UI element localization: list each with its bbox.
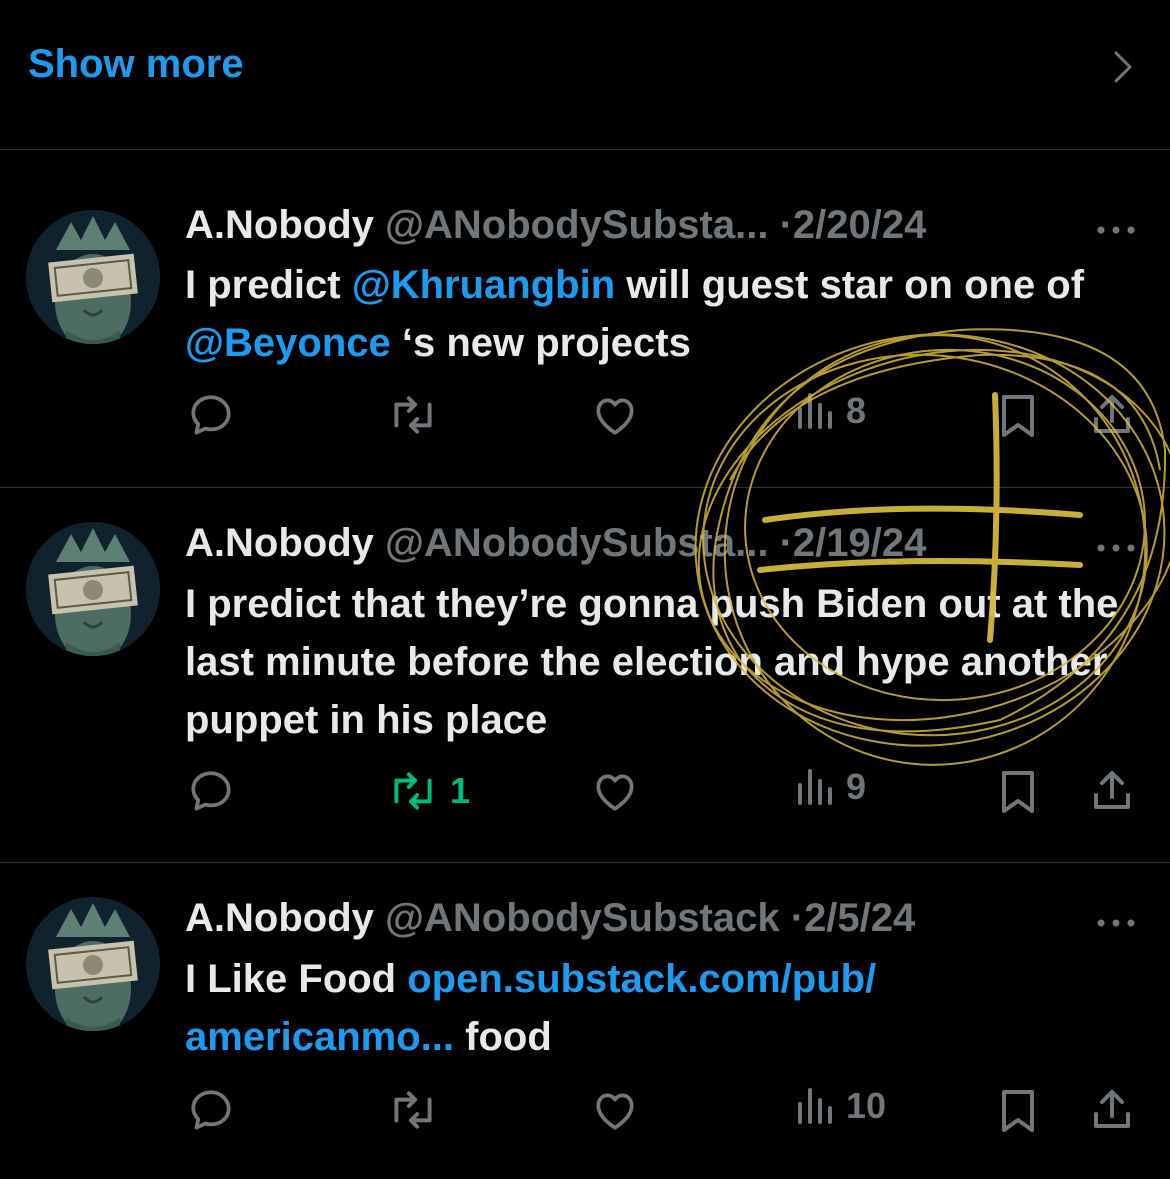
views-button[interactable]: 8 xyxy=(796,390,866,432)
separator-dot: · xyxy=(790,896,805,940)
text-segment: food xyxy=(454,1015,552,1059)
views-button[interactable]: 10 xyxy=(796,1085,886,1127)
retweet-icon xyxy=(394,396,432,434)
retweet-icon xyxy=(394,1091,432,1129)
views-count: 9 xyxy=(846,766,867,807)
reply-button[interactable] xyxy=(186,766,236,816)
bookmark-icon xyxy=(1002,395,1034,437)
show-more-row[interactable]: Show more xyxy=(0,0,1170,150)
share-icon xyxy=(1094,1090,1130,1128)
like-button[interactable] xyxy=(590,1085,640,1135)
more-icon[interactable] xyxy=(1096,915,1136,933)
chevron-right-icon xyxy=(1108,50,1138,89)
tweet[interactable]: A.Nobody @ANobodySubsta... ·2/20/24 I pr… xyxy=(0,150,1170,488)
bookmark-button[interactable] xyxy=(996,390,1040,440)
views-icon xyxy=(798,769,832,805)
avatar[interactable] xyxy=(26,897,160,1031)
like-button[interactable] xyxy=(590,390,640,440)
text-segment: I Like Food xyxy=(185,957,408,1001)
separator-dot: · xyxy=(779,521,793,565)
like-icon xyxy=(596,774,634,811)
author-handle[interactable]: @ANobodySubstack xyxy=(385,896,780,940)
share-icon xyxy=(1094,395,1130,433)
liberty-money-avatar-image xyxy=(26,522,160,656)
author-name[interactable]: A.Nobody xyxy=(185,521,374,565)
tweet-date[interactable]: 2/5/24 xyxy=(804,896,915,940)
more-icon[interactable] xyxy=(1096,540,1136,558)
share-button[interactable] xyxy=(1088,1085,1136,1135)
avatar[interactable] xyxy=(26,522,160,656)
like-button[interactable] xyxy=(590,766,640,816)
retweet-count: 1 xyxy=(450,770,471,811)
action-bar: 8 xyxy=(0,390,1170,450)
text-segment: I predict that they’re gonna push Biden … xyxy=(185,582,1119,742)
action-bar: 10 xyxy=(0,1085,1170,1145)
views-count: 8 xyxy=(846,390,867,431)
views-icon xyxy=(798,1088,832,1124)
action-bar: 1 9 xyxy=(0,766,1170,826)
bookmark-icon xyxy=(1002,771,1034,813)
views-icon xyxy=(798,393,832,429)
reply-icon xyxy=(191,771,231,811)
views-count: 10 xyxy=(846,1085,887,1126)
views-button[interactable]: 9 xyxy=(796,766,866,808)
tweet-date[interactable]: 2/20/24 xyxy=(793,203,926,247)
tweet[interactable]: A.Nobody @ANobodySubstack ·2/5/24 I Like… xyxy=(0,863,1170,1179)
bookmark-button[interactable] xyxy=(996,1085,1040,1135)
share-button[interactable] xyxy=(1088,390,1136,440)
more-icon[interactable] xyxy=(1096,222,1136,240)
author-name[interactable]: A.Nobody xyxy=(185,896,374,940)
retweet-button[interactable] xyxy=(386,1085,440,1135)
like-icon xyxy=(596,1093,634,1130)
retweet-icon xyxy=(394,772,432,810)
tweet-text: I Like Food open.substack.com/pub/ ameri… xyxy=(185,950,985,1066)
separator-dot: · xyxy=(779,203,793,247)
reply-icon xyxy=(191,395,231,435)
liberty-money-avatar-image xyxy=(26,897,160,1031)
share-icon xyxy=(1094,771,1130,809)
text-segment: ‘s new projects xyxy=(390,321,691,365)
mention-link[interactable]: @Khruangbin xyxy=(352,263,615,307)
mention-link[interactable]: @Beyonce xyxy=(185,321,391,365)
bookmark-button[interactable] xyxy=(996,766,1040,816)
liberty-money-avatar-image xyxy=(26,210,160,344)
reply-button[interactable] xyxy=(186,1085,236,1135)
text-segment: will guest star on one of xyxy=(615,263,1085,307)
author-name[interactable]: A.Nobody xyxy=(185,203,374,247)
author-handle[interactable]: @ANobodySubsta... xyxy=(385,203,768,247)
tweet-text: I predict that they’re gonna push Biden … xyxy=(185,575,1155,749)
retweet-button[interactable] xyxy=(386,390,440,440)
share-button[interactable] xyxy=(1088,766,1136,816)
show-more-label[interactable]: Show more xyxy=(28,42,244,87)
tweet-text: I predict @Khruangbin will guest star on… xyxy=(185,256,1155,372)
avatar[interactable] xyxy=(26,210,160,344)
text-segment: I predict xyxy=(185,263,352,307)
tweet-date[interactable]: 2/19/24 xyxy=(793,521,926,565)
reply-button[interactable] xyxy=(186,390,236,440)
reply-icon xyxy=(191,1090,231,1130)
like-icon xyxy=(596,398,634,435)
bookmark-icon xyxy=(1002,1090,1034,1132)
author-handle[interactable]: @ANobodySubsta... xyxy=(385,521,768,565)
tweet[interactable]: A.Nobody @ANobodySubsta... ·2/19/24 I pr… xyxy=(0,488,1170,863)
retweet-button[interactable]: 1 xyxy=(386,766,470,816)
